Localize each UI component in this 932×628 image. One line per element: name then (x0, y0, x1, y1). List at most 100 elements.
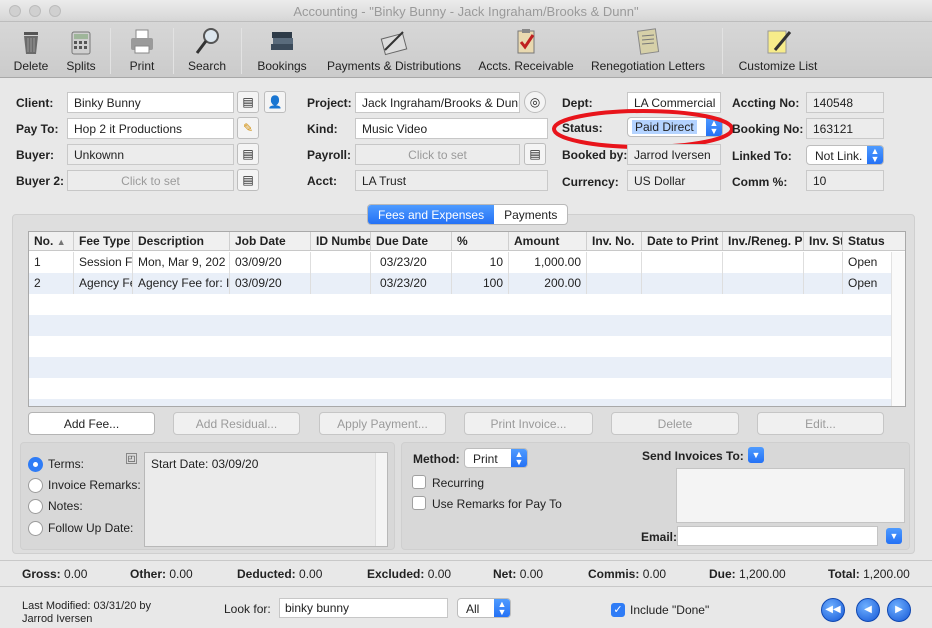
method-label: Method: (413, 452, 460, 466)
buyer2-field[interactable]: Click to set (67, 170, 234, 191)
print-button[interactable]: Print (122, 26, 162, 73)
linked-select[interactable]: Not Link. ▲ ▼ (806, 145, 884, 165)
table-scrollbar[interactable] (891, 252, 905, 406)
last-modified: Last Modified: 03/31/20 by Jarrod Iverse… (22, 600, 152, 625)
use-remarks-checkbox[interactable] (412, 496, 426, 510)
currency-field[interactable]: US Dollar (627, 170, 721, 191)
first-record-button[interactable]: ◀◀ (821, 598, 845, 622)
print-invoice-button[interactable]: Print Invoice... (464, 412, 593, 435)
booking-field[interactable]: 163121 (806, 118, 884, 139)
sort-ascending-icon: ▲ (56, 237, 66, 247)
col-percent[interactable]: % (452, 232, 509, 250)
follow-up-radio[interactable] (28, 521, 43, 536)
search-button[interactable]: Search (186, 26, 228, 73)
trash-icon (16, 26, 46, 56)
buyer-lookup-button[interactable]: ▤ (237, 143, 259, 165)
expand-icon[interactable]: ◰ (126, 453, 137, 464)
include-done-checkbox[interactable]: ✓ (611, 603, 625, 617)
chevron-updown-icon: ▲ ▼ (511, 449, 527, 467)
email-dropdown[interactable]: ▼ (886, 528, 902, 544)
clipboard-check-icon (511, 26, 541, 56)
kind-label: Kind: (307, 122, 338, 136)
method-select[interactable]: Print ▲ ▼ (464, 448, 528, 468)
bookedby-field[interactable]: Jarrod Iversen (627, 144, 721, 165)
scope-value: All (466, 602, 480, 616)
magnifier-icon (192, 26, 222, 56)
chevron-updown-icon: ▲ ▼ (494, 599, 510, 617)
kind-field[interactable]: Music Video (355, 118, 548, 139)
apply-payment-button[interactable]: Apply Payment... (319, 412, 446, 435)
add-residual-button[interactable]: Add Residual... (173, 412, 300, 435)
scope-select[interactable]: All ▲ ▼ (457, 598, 511, 618)
accting-field[interactable]: 140548 (806, 92, 884, 113)
client-photo-button[interactable]: 👤 (264, 91, 286, 113)
col-inv-status[interactable]: Inv. St (804, 232, 843, 250)
col-no[interactable]: No. ▲ (29, 232, 74, 250)
title-bar: Accounting - "Binky Bunny - Jack Ingraha… (0, 0, 932, 22)
col-date-to-print[interactable]: Date to Print (642, 232, 723, 250)
renegotiation-letters-button[interactable]: Renegotiation Letters (590, 26, 706, 73)
delete-button[interactable]: Delete (12, 26, 50, 73)
payto-edit-button[interactable]: ✎ (237, 117, 259, 139)
acct-field[interactable]: LA Trust (355, 170, 548, 191)
previous-icon: ◀ (864, 604, 872, 615)
lookfor-input[interactable]: binky bunny (279, 598, 448, 618)
books-icon (267, 26, 297, 56)
col-inv-no[interactable]: Inv. No. (587, 232, 642, 250)
net-total: Net: 0.00 (493, 567, 544, 581)
email-label: Email: (641, 530, 678, 544)
previous-record-button[interactable]: ◀ (856, 598, 880, 622)
customize-list-button[interactable]: Customize List (737, 26, 819, 73)
rewind-icon: ◀◀ (825, 604, 841, 615)
comm-field[interactable]: 10 (806, 170, 884, 191)
payroll-field[interactable]: Click to set (355, 144, 520, 165)
edit-fee-button[interactable]: Edit... (757, 412, 884, 435)
col-id-number[interactable]: ID Numbe (311, 232, 371, 250)
payto-field[interactable]: Hop 2 it Productions (67, 118, 234, 139)
col-description[interactable]: Description (133, 232, 230, 250)
splits-button[interactable]: Splits (62, 26, 100, 73)
tab-fees-and-expenses[interactable]: Fees and Expenses (368, 205, 495, 224)
project-field[interactable]: Jack Ingraham/Brooks & Dunn (355, 92, 520, 113)
col-amount[interactable]: Amount (509, 232, 587, 250)
accts-receivable-button[interactable]: Accts. Receivable (478, 26, 574, 73)
next-record-button[interactable]: ▶ (887, 598, 911, 622)
linked-label: Linked To: (732, 149, 792, 163)
email-field[interactable] (677, 526, 878, 546)
recurring-checkbox[interactable] (412, 475, 426, 489)
table-header: No. ▲ Fee Type Description Job Date ID N… (29, 232, 905, 251)
project-reel-button[interactable]: ◎ (524, 91, 546, 113)
send-invoices-dropdown[interactable]: ▼ (748, 447, 764, 463)
bookedby-label: Booked by: (562, 148, 628, 162)
use-remarks-label: Use Remarks for Pay To (432, 497, 562, 511)
terms-radio[interactable] (28, 457, 43, 472)
method-value: Print (473, 452, 498, 466)
col-fee-type[interactable]: Fee Type (74, 232, 133, 250)
payroll-lookup-button[interactable]: ▤ (524, 143, 546, 165)
add-fee-button[interactable]: Add Fee... (28, 412, 155, 435)
col-due-date[interactable]: Due Date (371, 232, 452, 250)
include-done-label: Include "Done" (630, 603, 710, 617)
payto-label: Pay To: (16, 122, 59, 136)
letter-icon (633, 26, 663, 56)
bookings-button[interactable]: Bookings (254, 26, 310, 73)
payments-distributions-button[interactable]: Payments & Distributions (326, 26, 462, 73)
client-field[interactable]: Binky Bunny (67, 92, 234, 113)
next-icon: ▶ (895, 604, 903, 615)
col-status[interactable]: Status (843, 232, 905, 250)
table-row[interactable]: 1 Session F Mon, Mar 9, 202 03/09/20 03/… (29, 252, 891, 273)
buyer-field[interactable]: Unkownn (67, 144, 234, 165)
col-job-date[interactable]: Job Date (230, 232, 311, 250)
tab-payments[interactable]: Payments (494, 205, 567, 224)
terms-textarea[interactable]: Start Date: 03/09/20 (144, 452, 388, 547)
buyer2-lookup-button[interactable]: ▤ (237, 169, 259, 191)
send-invoices-label: Send Invoices To: (642, 449, 744, 463)
table-row[interactable]: 2 Agency Fe Agency Fee for: I 03/09/20 0… (29, 273, 891, 294)
notes-radio[interactable] (28, 499, 43, 514)
linked-value: Not Link. (815, 149, 863, 163)
invoice-remarks-radio[interactable] (28, 478, 43, 493)
col-inv-reneg[interactable]: Inv./Reneg. P (723, 232, 804, 250)
client-lookup-button[interactable]: ▤ (237, 91, 259, 113)
send-invoices-list[interactable] (676, 468, 905, 523)
delete-fee-button[interactable]: Delete (611, 412, 739, 435)
